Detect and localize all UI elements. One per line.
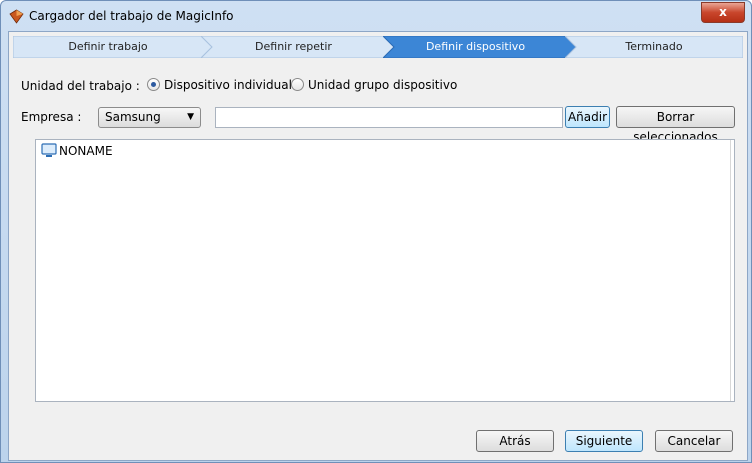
next-button[interactable]: Siguiente: [565, 430, 643, 452]
window-title: Cargador del trabajo de MagicInfo: [29, 9, 234, 23]
device-search-input[interactable]: [215, 107, 563, 128]
magicinfo-logo-icon: [9, 9, 24, 24]
radio-group-label: Unidad grupo dispositivo: [308, 78, 458, 92]
company-select-value: Samsung: [105, 110, 161, 124]
radio-individual-label: Dispositivo individual: [164, 78, 292, 92]
back-button[interactable]: Atrás: [476, 430, 554, 452]
close-button[interactable]: x: [701, 2, 745, 23]
step-label: Terminado: [625, 40, 683, 53]
wizard-body: Definir trabajo Definir repetir Definir …: [8, 31, 748, 461]
step-label: Definir dispositivo: [425, 40, 526, 53]
chevron-down-icon: ▼: [187, 112, 194, 122]
radio-unchecked-icon[interactable]: [291, 78, 304, 91]
step-label: Definir repetir: [255, 40, 332, 53]
list-item[interactable]: NONAME: [41, 143, 113, 159]
list-divider: [730, 140, 731, 401]
unit-label: Unidad del trabajo :: [21, 79, 140, 93]
device-list[interactable]: NONAME: [35, 139, 735, 402]
add-button[interactable]: Añadir: [565, 106, 610, 128]
step-definir-trabajo: Definir trabajo: [13, 36, 213, 58]
step-terminado: Terminado: [565, 36, 743, 58]
company-select[interactable]: Samsung ▼: [98, 107, 201, 128]
monitor-icon: [41, 143, 57, 157]
app-window: Cargador del trabajo de MagicInfo x Defi…: [0, 0, 752, 463]
cancel-button[interactable]: Cancelar: [655, 430, 733, 452]
title-bar[interactable]: Cargador del trabajo de MagicInfo x: [1, 1, 751, 31]
device-name: NONAME: [59, 144, 113, 158]
radio-checked-icon[interactable]: [147, 78, 160, 91]
company-label: Empresa :: [21, 110, 82, 124]
wizard-steps: Definir trabajo Definir repetir Definir …: [13, 36, 743, 58]
step-definir-repetir: Definir repetir: [201, 36, 395, 58]
step-definir-dispositivo: Definir dispositivo: [383, 36, 577, 58]
clear-selected-button[interactable]: Borrar seleccionados: [616, 106, 735, 144]
unit-row: Unidad del trabajo :: [21, 79, 140, 93]
radio-individual[interactable]: Dispositivo individual: [147, 78, 292, 92]
radio-group[interactable]: Unidad grupo dispositivo: [291, 78, 457, 92]
company-row: Empresa :: [21, 110, 81, 124]
step-label: Definir trabajo: [68, 40, 148, 53]
